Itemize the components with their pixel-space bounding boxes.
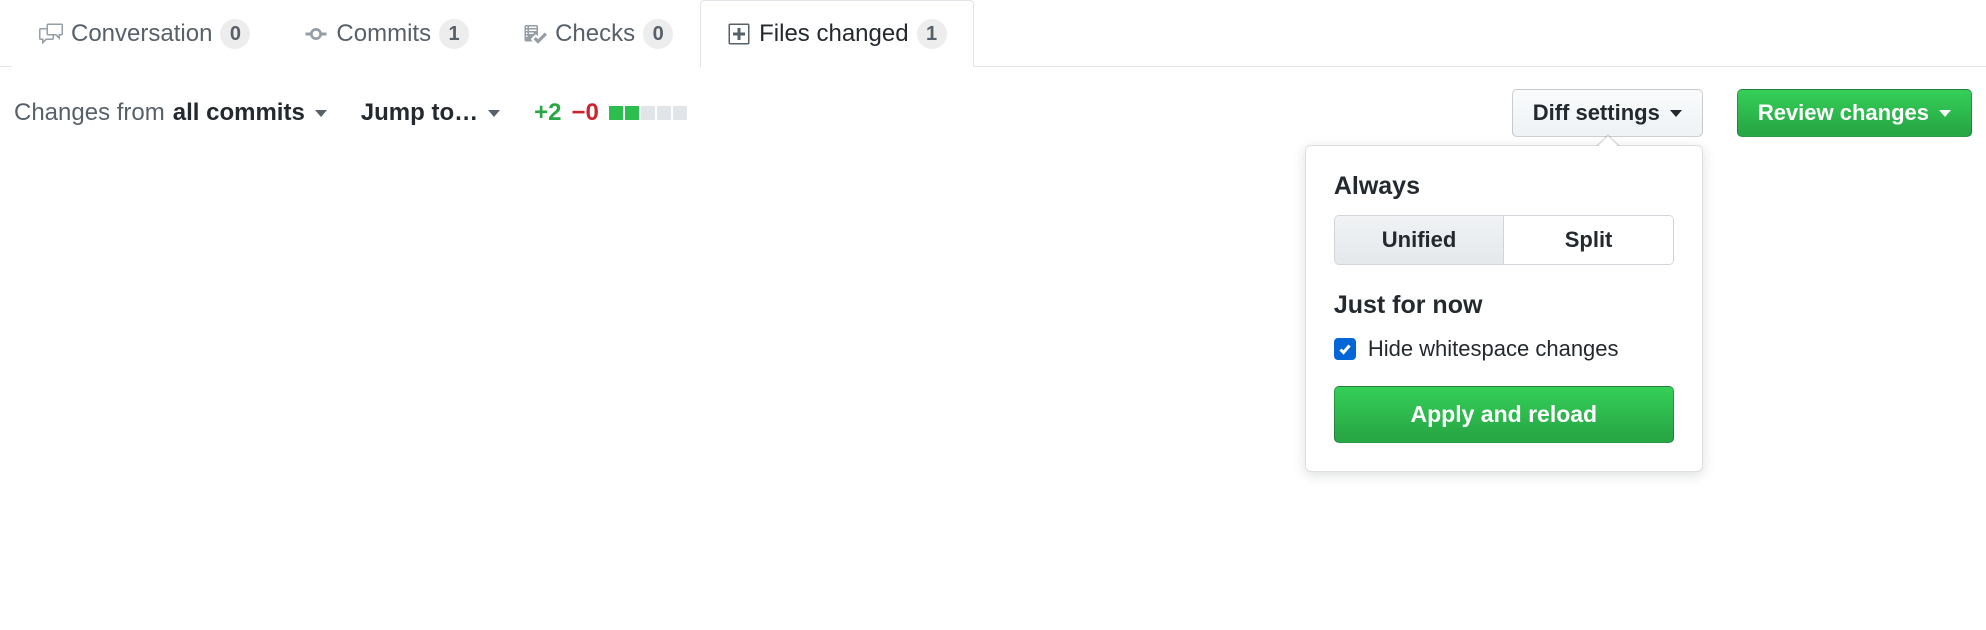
diffstat-block — [625, 106, 639, 120]
tab-conversation-label: Conversation — [71, 20, 212, 48]
diffstat-block — [609, 106, 623, 120]
caret-down-icon — [315, 110, 327, 117]
tab-checks-label: Checks — [555, 20, 635, 48]
file-diff-icon — [727, 22, 751, 46]
git-commit-icon — [304, 22, 328, 46]
diffstat: +2 −0 — [534, 99, 687, 127]
diff-toolbar: Changes from all commits Jump to… +2 −0 … — [0, 67, 1986, 159]
changes-from-dropdown[interactable]: Changes from all commits — [14, 99, 327, 127]
tab-files-changed[interactable]: Files changed 1 — [700, 0, 973, 67]
diffstat-block — [673, 106, 687, 120]
changes-from-value: all commits — [173, 99, 305, 127]
diff-toolbar-left: Changes from all commits Jump to… +2 −0 — [14, 99, 1478, 127]
caret-down-icon — [488, 110, 500, 117]
tab-commits-count: 1 — [439, 19, 469, 49]
review-changes-label: Review changes — [1758, 100, 1929, 126]
diff-view-split[interactable]: Split — [1503, 216, 1673, 264]
diffstat-deletions: −0 — [572, 99, 599, 127]
hide-whitespace-checkbox[interactable]: Hide whitespace changes — [1334, 336, 1674, 362]
jump-to-label: Jump to… — [361, 99, 478, 127]
tab-conversation[interactable]: Conversation 0 — [12, 0, 277, 67]
tab-checks[interactable]: Checks 0 — [496, 0, 700, 67]
diff-settings-button[interactable]: Diff settings — [1512, 89, 1703, 137]
tab-files-changed-count: 1 — [917, 19, 947, 49]
diffstat-blocks — [609, 106, 687, 120]
diffstat-block — [641, 106, 655, 120]
diff-view-unified[interactable]: Unified — [1335, 216, 1504, 264]
checkbox-checked-icon — [1334, 338, 1356, 360]
tab-files-changed-label: Files changed — [759, 20, 908, 48]
diffstat-block — [657, 106, 671, 120]
review-changes-button[interactable]: Review changes — [1737, 89, 1972, 137]
diff-settings-label: Diff settings — [1533, 100, 1660, 126]
tab-commits[interactable]: Commits 1 — [277, 0, 496, 67]
tab-conversation-count: 0 — [220, 19, 250, 49]
pr-tabnav: Conversation 0 Commits 1 Checks 0 Files … — [0, 0, 1986, 67]
tab-commits-label: Commits — [336, 20, 431, 48]
diff-view-segmented: Unified Split — [1334, 215, 1674, 265]
always-heading: Always — [1334, 172, 1674, 201]
caret-down-icon — [1939, 110, 1951, 117]
caret-down-icon — [1670, 110, 1682, 117]
diff-settings-wrap: Diff settings Always Unified Split Just … — [1512, 89, 1703, 137]
tab-checks-count: 0 — [643, 19, 673, 49]
comment-discussion-icon — [39, 22, 63, 46]
checklist-icon — [523, 22, 547, 46]
hide-whitespace-label: Hide whitespace changes — [1368, 336, 1619, 362]
diffstat-additions: +2 — [534, 99, 561, 127]
apply-and-reload-button[interactable]: Apply and reload — [1334, 386, 1674, 443]
just-for-now-heading: Just for now — [1334, 291, 1674, 320]
jump-to-dropdown[interactable]: Jump to… — [361, 99, 500, 127]
changes-from-prefix: Changes from — [14, 99, 165, 127]
diff-settings-popover: Always Unified Split Just for now Hide w… — [1305, 145, 1703, 472]
